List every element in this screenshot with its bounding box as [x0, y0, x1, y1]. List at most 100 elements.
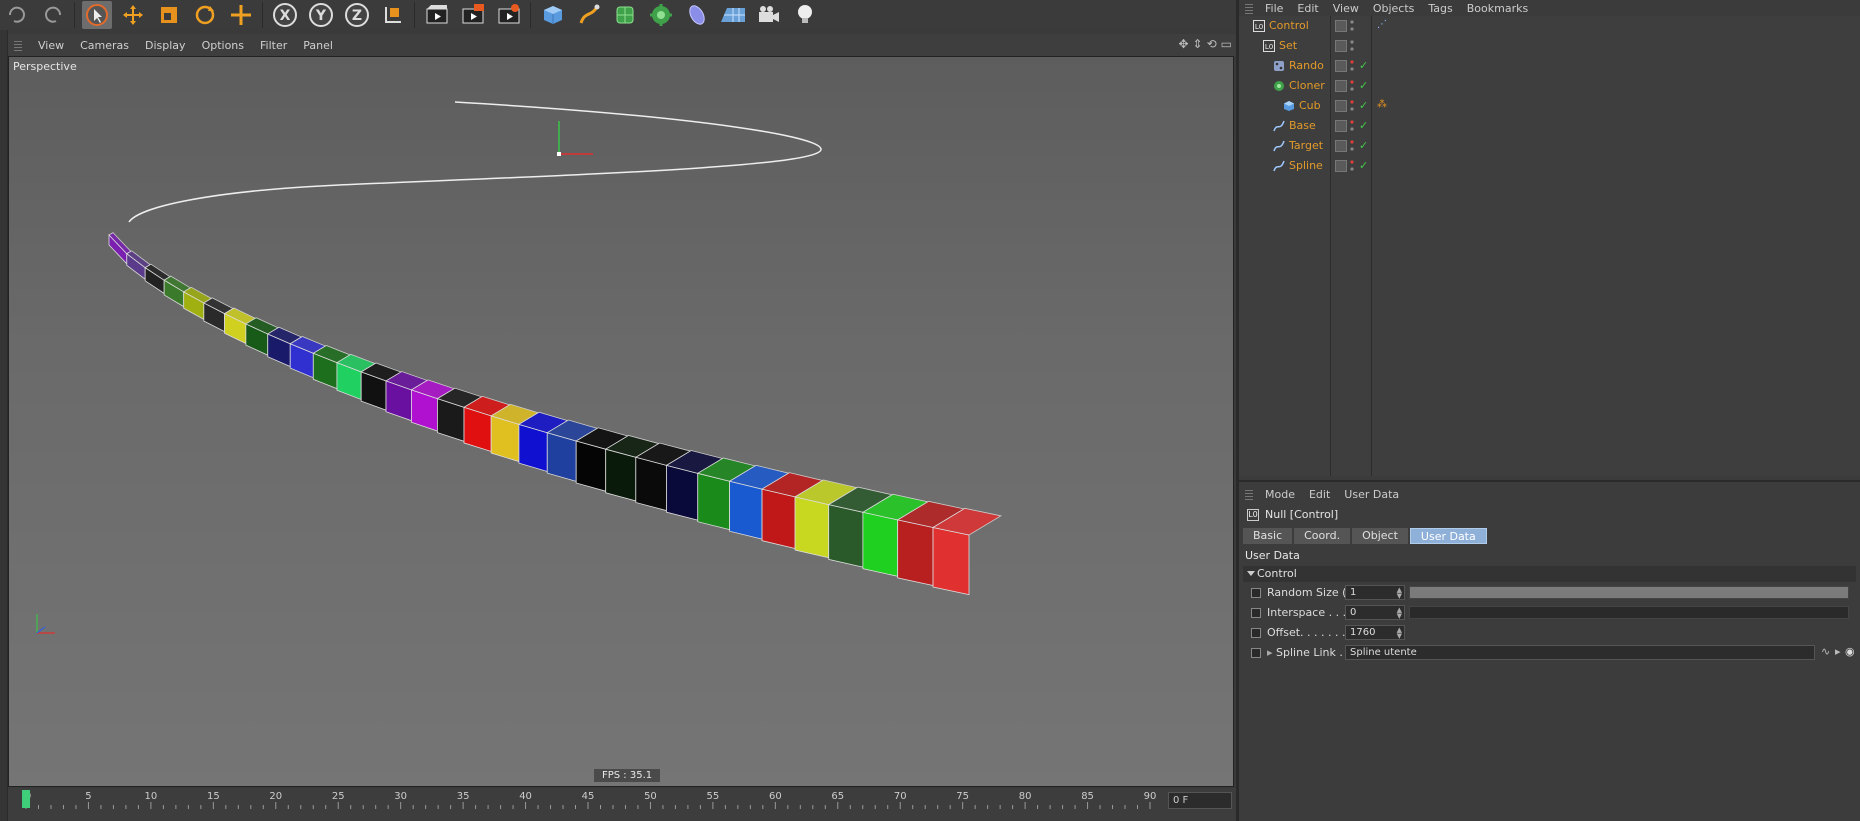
layer-icon[interactable]: [1335, 140, 1347, 152]
object-row[interactable]: Rando ✓: [1239, 56, 1860, 76]
om-menu-tags[interactable]: Tags: [1428, 2, 1452, 15]
grip-icon[interactable]: [1245, 2, 1253, 14]
attr-menu-user-data[interactable]: User Data: [1344, 488, 1399, 501]
grip-icon[interactable]: [1245, 488, 1253, 500]
floor-icon[interactable]: [718, 1, 748, 29]
enabled-check-icon[interactable]: ✓: [1359, 159, 1368, 172]
object-name[interactable]: Rando: [1289, 59, 1330, 72]
tab-basic[interactable]: Basic: [1243, 528, 1293, 544]
link-arrow-icon[interactable]: ▸: [1835, 645, 1841, 658]
group-control[interactable]: Control: [1243, 566, 1856, 582]
layer-icon[interactable]: [1335, 20, 1347, 32]
visibility-dots-icon[interactable]: [1350, 39, 1354, 53]
redo-icon[interactable]: [38, 1, 68, 29]
layer-icon[interactable]: [1335, 40, 1347, 52]
visibility-dots-icon[interactable]: [1350, 19, 1354, 33]
pen-icon[interactable]: [574, 1, 604, 29]
object-row[interactable]: L0 Control: [1239, 16, 1860, 36]
tab-object[interactable]: Object: [1352, 528, 1408, 544]
interspace-slider[interactable]: [1409, 606, 1849, 619]
attr-menu-mode[interactable]: Mode: [1265, 488, 1295, 501]
attr-menu-edit[interactable]: Edit: [1309, 488, 1330, 501]
spline-icon[interactable]: ∿: [1821, 645, 1830, 658]
render-picture-viewer-icon[interactable]: [458, 1, 488, 29]
maximize-icon[interactable]: ▭: [1221, 37, 1232, 51]
spinner-icon[interactable]: ▲ ▼: [1397, 587, 1402, 600]
live-select-icon[interactable]: [226, 1, 256, 29]
light-icon[interactable]: [790, 1, 820, 29]
enabled-check-icon[interactable]: ✓: [1359, 139, 1368, 152]
keyframe-icon[interactable]: [1251, 608, 1261, 618]
viewport-menu-options[interactable]: Options: [202, 39, 244, 52]
x-axis-icon[interactable]: X: [270, 1, 300, 29]
visibility-dots-icon[interactable]: [1350, 159, 1354, 173]
om-menu-edit[interactable]: Edit: [1297, 2, 1318, 15]
tag-icon[interactable]: ⁂: [1377, 99, 1387, 110]
object-name[interactable]: Cub: [1299, 99, 1330, 112]
random-size-field[interactable]: 1 ▲ ▼: [1345, 585, 1405, 600]
grip-icon[interactable]: [14, 39, 22, 51]
object-row[interactable]: Target ✓: [1239, 136, 1860, 156]
object-name[interactable]: Set: [1279, 39, 1330, 52]
enabled-check-icon[interactable]: ✓: [1359, 79, 1368, 92]
deformer-icon[interactable]: [682, 1, 712, 29]
dolly-icon[interactable]: ⇕: [1193, 37, 1203, 51]
subdivision-icon[interactable]: [610, 1, 640, 29]
layer-icon[interactable]: [1335, 60, 1347, 72]
object-name[interactable]: Target: [1289, 139, 1330, 152]
pan-icon[interactable]: ✥: [1178, 37, 1188, 51]
z-axis-icon[interactable]: Z: [342, 1, 372, 29]
viewport-menu-view[interactable]: View: [38, 39, 64, 52]
object-row[interactable]: L0 Set: [1239, 36, 1860, 56]
viewport-menu-filter[interactable]: Filter: [260, 39, 287, 52]
perspective-viewport[interactable]: Perspective FPS : 35.1: [8, 56, 1234, 787]
tab-user-data[interactable]: User Data: [1409, 528, 1487, 544]
viewport-menu-panel[interactable]: Panel: [303, 39, 333, 52]
om-menu-objects[interactable]: Objects: [1373, 2, 1415, 15]
object-name[interactable]: Control: [1269, 19, 1330, 32]
om-menu-file[interactable]: File: [1265, 2, 1283, 15]
visibility-dots-icon[interactable]: [1350, 99, 1354, 113]
cloner-icon[interactable]: [646, 1, 676, 29]
visibility-dots-icon[interactable]: [1350, 79, 1354, 93]
render-view-icon[interactable]: [422, 1, 452, 29]
layer-icon[interactable]: [1335, 100, 1347, 112]
object-name[interactable]: Base: [1289, 119, 1330, 132]
timeline[interactable]: 051015202530354045505560657075808590 0 F: [8, 788, 1236, 821]
tab-coord[interactable]: Coord.: [1294, 528, 1351, 544]
spinner-icon[interactable]: ▲ ▼: [1397, 607, 1402, 620]
enabled-check-icon[interactable]: ✓: [1359, 99, 1368, 112]
move-icon[interactable]: [118, 1, 148, 29]
scale-icon[interactable]: [154, 1, 184, 29]
spline-link-field[interactable]: Spline utente: [1345, 645, 1815, 660]
keyframe-icon[interactable]: [1251, 628, 1261, 638]
om-menu-view[interactable]: View: [1333, 2, 1359, 15]
layer-icon[interactable]: [1335, 80, 1347, 92]
timeline-ruler[interactable]: 051015202530354045505560657075808590: [22, 788, 1162, 821]
visibility-dots-icon[interactable]: [1350, 119, 1354, 133]
offset-field[interactable]: 1760 ▲ ▼: [1345, 625, 1405, 640]
select-icon[interactable]: [82, 1, 112, 29]
keyframe-icon[interactable]: [1251, 588, 1261, 598]
interspace-field[interactable]: 0 ▲ ▼: [1345, 605, 1405, 620]
object-row[interactable]: Cub ✓: [1239, 96, 1860, 116]
rotate-icon[interactable]: [190, 1, 220, 29]
object-name[interactable]: Cloner: [1289, 79, 1330, 92]
object-manager[interactable]: L0 Control L0 Set Rando ✓ Cloner ✓ Cub ✓ Base ✓ Targ…: [1239, 16, 1860, 476]
object-row[interactable]: Cloner ✓: [1239, 76, 1860, 96]
coordinate-system-icon[interactable]: [378, 1, 408, 29]
orbit-icon[interactable]: ⟲: [1207, 37, 1217, 51]
enabled-check-icon[interactable]: ✓: [1359, 59, 1368, 72]
render-settings-icon[interactable]: [494, 1, 524, 29]
object-row[interactable]: Base ✓: [1239, 116, 1860, 136]
tag-icon[interactable]: ⋰: [1377, 19, 1387, 30]
viewport-menu-display[interactable]: Display: [145, 39, 186, 52]
layer-icon[interactable]: [1335, 120, 1347, 132]
visibility-dots-icon[interactable]: [1350, 59, 1354, 73]
current-frame-field[interactable]: 0 F: [1168, 792, 1232, 809]
y-axis-icon[interactable]: Y: [306, 1, 336, 29]
pick-icon[interactable]: ◉: [1845, 645, 1855, 658]
cube-icon[interactable]: [538, 1, 568, 29]
expand-arrow-icon[interactable]: ▸: [1267, 646, 1273, 659]
keyframe-icon[interactable]: [1251, 648, 1261, 658]
